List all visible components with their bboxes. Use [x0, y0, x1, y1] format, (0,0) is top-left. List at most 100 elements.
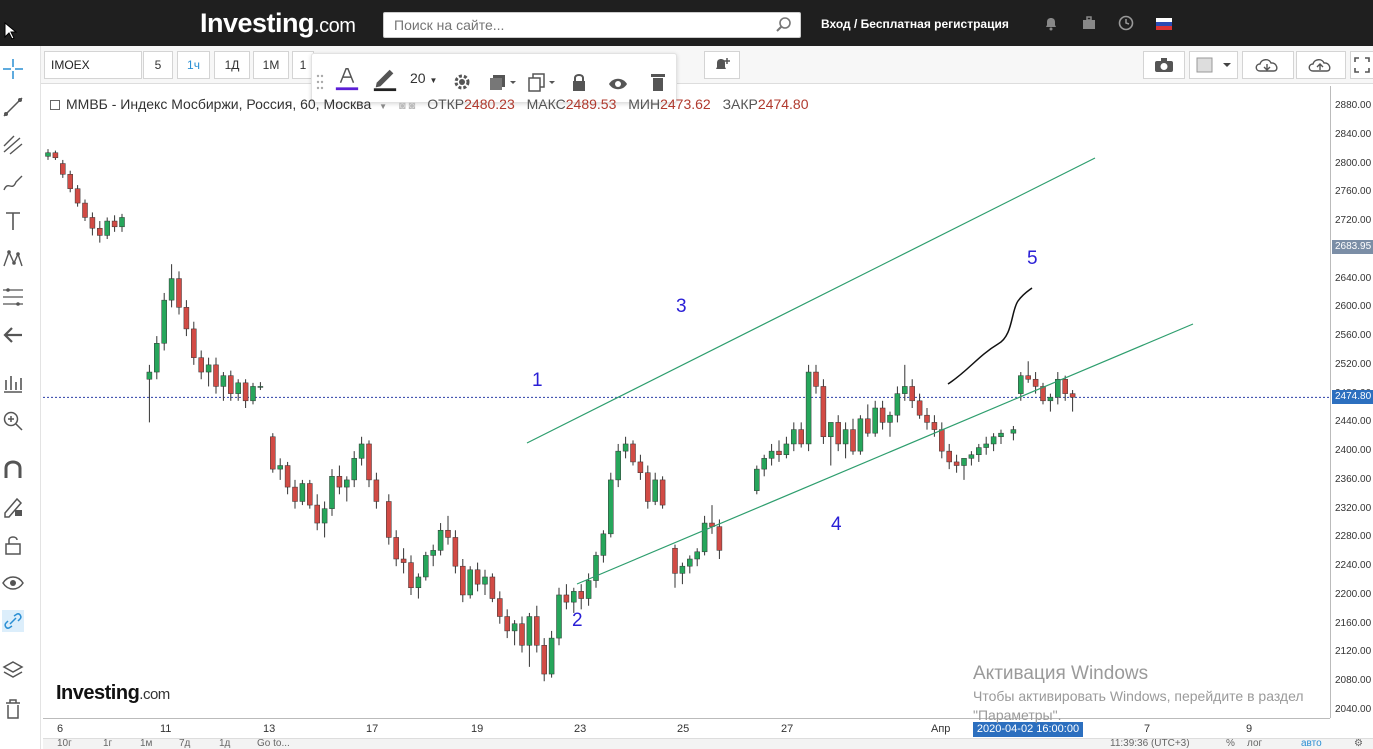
candle-body	[176, 278, 182, 308]
collapse-legend-icon[interactable]	[50, 100, 60, 110]
portfolio-icon[interactable]	[1081, 15, 1097, 31]
bell-icon[interactable]	[1043, 15, 1059, 31]
hide-drawings-eye-icon[interactable]	[2, 572, 24, 594]
candle-body	[482, 576, 488, 585]
search-input[interactable]	[384, 13, 764, 37]
candle-body	[191, 328, 197, 358]
candle-body	[74, 188, 81, 204]
wave-label-3[interactable]: 3	[676, 296, 687, 318]
pattern-icon[interactable]	[2, 248, 24, 270]
chart-settings-gear-icon[interactable]: ⚙	[1354, 739, 1363, 749]
candle-body	[277, 465, 283, 470]
candle-body	[894, 393, 901, 416]
range-7d[interactable]: 7д	[179, 739, 190, 749]
candle-body	[386, 501, 392, 538]
wave-label-2[interactable]: 2	[572, 610, 583, 632]
candle-body	[329, 476, 335, 509]
candle-body	[548, 637, 555, 675]
screenshot-button[interactable]	[1143, 51, 1185, 79]
symbol-input[interactable]: IMOEX	[44, 51, 142, 79]
camera-icon	[1155, 58, 1173, 72]
wave-label-5[interactable]: 5	[1027, 248, 1038, 270]
site-search[interactable]	[383, 12, 801, 38]
candle-body	[946, 450, 952, 463]
candle-body	[460, 565, 466, 596]
price-axis[interactable]: 2880.002840.002800.002760.002720.002680.…	[1330, 86, 1373, 718]
chart-style-dropdown[interactable]	[1189, 51, 1238, 79]
price-chart[interactable]	[43, 86, 1330, 716]
candle-body	[776, 450, 782, 455]
brush-icon[interactable]	[2, 172, 24, 194]
time-axis[interactable]: 2020-04-02 16:00:00 6 11 13 17 19 23 25 27 Апр 7 9	[43, 718, 1330, 738]
investing-logo[interactable]: Investing.com	[200, 8, 356, 39]
candle-body	[585, 580, 592, 599]
windows-activation-text: Чтобы активировать Windows, перейдите в …	[973, 688, 1304, 704]
range-10y[interactable]: 10г	[57, 739, 72, 749]
candle-body	[637, 461, 644, 473]
search-icon[interactable]	[776, 17, 792, 33]
candle-body	[879, 407, 886, 423]
candle-body	[924, 414, 930, 423]
candle-body	[754, 468, 760, 491]
interval-1d[interactable]: 1Д	[214, 51, 250, 79]
candle-body	[687, 558, 693, 567]
percent-scale-toggle[interactable]: %	[1226, 739, 1235, 749]
cloud-upload-icon	[1308, 59, 1331, 72]
stay-in-drawing-icon[interactable]	[2, 496, 24, 518]
instrument-title: ММВБ - Индекс Мосбиржи, Россия, 60, Моск…	[66, 96, 372, 112]
clock-icon[interactable]	[1118, 15, 1134, 31]
candle-body	[622, 443, 629, 452]
candle-body	[257, 386, 264, 388]
fullscreen-button[interactable]	[1350, 51, 1373, 79]
pitchfork-icon[interactable]	[2, 134, 24, 156]
cloud-load-button[interactable]	[1242, 51, 1294, 79]
log-scale-toggle[interactable]: лог	[1247, 739, 1262, 749]
candle-body	[183, 307, 190, 330]
price-tick-label: 2560.00	[1335, 330, 1372, 342]
alert-button[interactable]	[704, 51, 740, 79]
candle-body	[783, 443, 790, 455]
remove-all-trash-icon[interactable]	[2, 698, 24, 720]
candle-body	[998, 432, 1004, 438]
crosshair-icon[interactable]	[2, 58, 24, 80]
cloud-save-button[interactable]	[1296, 51, 1346, 79]
measure-icon[interactable]	[2, 372, 24, 394]
candle-body	[872, 407, 878, 434]
trend-line-icon[interactable]	[2, 96, 24, 118]
time-tick-label: 27	[781, 723, 794, 735]
range-1y[interactable]: 1г	[103, 739, 112, 749]
price-tick-label: 2160.00	[1335, 617, 1372, 629]
login-register-link[interactable]: Вход / Бесплатная регистрация	[821, 17, 1009, 31]
candle-body	[983, 443, 989, 448]
fib-retracement-icon[interactable]	[2, 286, 24, 308]
auto-scale-toggle[interactable]: авто	[1301, 739, 1322, 749]
candle-body	[198, 357, 204, 373]
chart-style-icon	[1196, 57, 1231, 73]
candle-body	[60, 163, 66, 175]
wave-label-1[interactable]: 1	[532, 370, 543, 392]
russian-flag-icon[interactable]	[1156, 18, 1172, 30]
legend-dropdown-icon[interactable]: ▼	[379, 102, 387, 111]
candle-body	[1010, 429, 1017, 434]
layers-icon[interactable]	[2, 660, 24, 682]
fullscreen-icon	[1354, 57, 1370, 73]
link-icon[interactable]	[2, 610, 24, 632]
text-tool-icon[interactable]	[2, 210, 24, 232]
range-1d[interactable]: 1д	[219, 739, 230, 749]
interval-1m[interactable]: 1М	[253, 51, 289, 79]
legend-settings-icon[interactable]: ◙ ◙	[399, 100, 415, 112]
time-tick-label: 17	[366, 723, 379, 735]
interval-5m[interactable]: 5	[143, 51, 173, 79]
zoom-in-icon[interactable]	[2, 410, 24, 432]
candle-body	[270, 436, 276, 470]
wave-label-4[interactable]: 4	[831, 514, 842, 536]
goto-date[interactable]: Go to...	[257, 739, 290, 749]
back-arrow-icon[interactable]	[2, 324, 24, 346]
interval-1h[interactable]: 1ч	[177, 51, 210, 79]
range-1m[interactable]: 1м	[140, 739, 152, 749]
magnet-icon[interactable]	[2, 458, 24, 480]
candle-body	[373, 479, 380, 502]
candle-body	[916, 400, 923, 416]
lock-drawings-icon[interactable]	[2, 534, 24, 556]
candle-body	[909, 386, 915, 402]
